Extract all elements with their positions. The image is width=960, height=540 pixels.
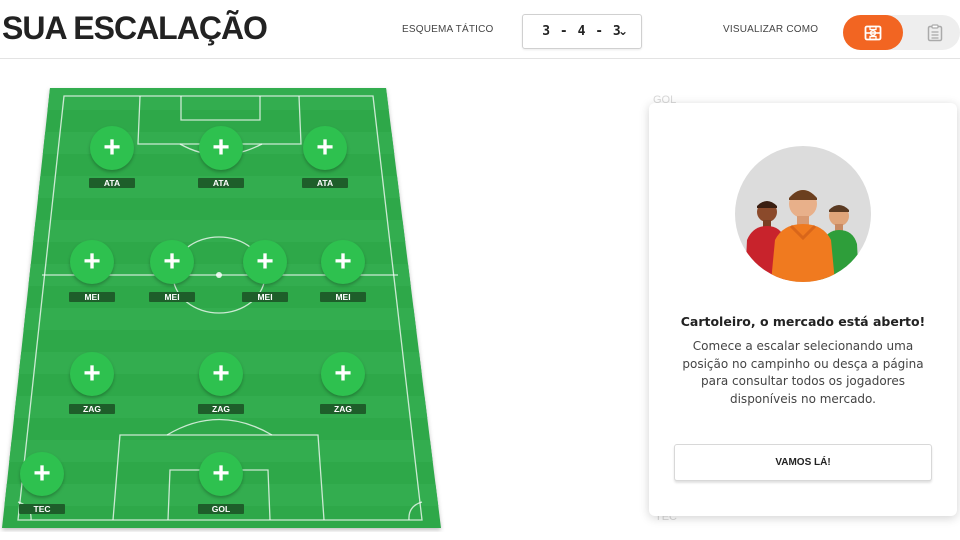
add-coach-button[interactable]: + [20,452,64,496]
slot-zag-2[interactable]: + ZAG [181,352,261,422]
add-player-button[interactable]: + [321,352,365,396]
position-tag: ATA [89,178,135,188]
card-description: Comece a escalar selecionando uma posiçã… [682,339,924,406]
add-player-button[interactable]: + [199,452,243,496]
add-player-button[interactable]: + [90,126,134,170]
add-player-button[interactable]: + [321,240,365,284]
add-player-button[interactable]: + [150,240,194,284]
position-tag: MEI [149,292,195,302]
view-toggle [843,15,960,50]
add-player-button[interactable]: + [243,240,287,284]
view-list-button[interactable] [915,15,955,50]
header-divider [0,58,960,59]
position-tag: MEI [69,292,115,302]
position-tag: ATA [198,178,244,188]
slot-zag-3[interactable]: + ZAG [303,352,383,422]
lets-go-button[interactable]: VAMOS LÁ! [674,444,932,481]
page-title: SUA ESCALAÇÃO [2,10,268,46]
slot-tec[interactable]: + TEC [2,452,82,522]
position-tag: ATA [302,178,348,188]
slot-ata-3[interactable]: + ATA [285,126,365,196]
formation-select[interactable]: 3 - 4 - 3 ⌄ [522,14,642,49]
add-player-button[interactable]: + [70,352,114,396]
add-player-button[interactable]: + [303,126,347,170]
card-title: Cartoleiro, o mercado está aberto! [680,314,926,329]
add-player-button[interactable]: + [199,352,243,396]
position-tag: TEC [19,504,65,514]
field-icon [864,25,882,40]
add-player-button[interactable]: + [199,126,243,170]
view-as-label: VISUALIZAR COMO [723,24,819,35]
formation-label: ESQUEMA TÁTICO [402,24,494,35]
add-player-button[interactable]: + [70,240,114,284]
slot-mei-3[interactable]: + MEI [225,240,305,310]
list-icon [927,23,943,41]
position-tag: ZAG [69,404,115,414]
position-tag: ZAG [198,404,244,414]
view-field-button[interactable] [843,15,903,50]
slot-ata-1[interactable]: + ATA [72,126,152,196]
slot-mei-4[interactable]: + MEI [303,240,383,310]
slot-mei-1[interactable]: + MEI [52,240,132,310]
position-tag: ZAG [320,404,366,414]
slot-ata-2[interactable]: + ATA [181,126,261,196]
position-tag: MEI [242,292,288,302]
position-tag: GOL [198,504,244,514]
players-illustration [735,146,871,282]
formation-value: 3 - 4 - 3 [542,24,622,39]
slot-mei-2[interactable]: + MEI [132,240,212,310]
slot-gol[interactable]: + GOL [181,452,261,522]
chevron-down-icon: ⌄ [617,24,629,38]
lineup-page: SUA ESCALAÇÃO ESQUEMA TÁTICO 3 - 4 - 3 ⌄… [0,0,960,540]
market-open-card: Cartoleiro, o mercado está aberto! Comec… [649,103,957,516]
football-field: + ATA + ATA + ATA + MEI + MEI + MEI + ME… [0,82,445,532]
position-tag: MEI [320,292,366,302]
slot-zag-1[interactable]: + ZAG [52,352,132,422]
